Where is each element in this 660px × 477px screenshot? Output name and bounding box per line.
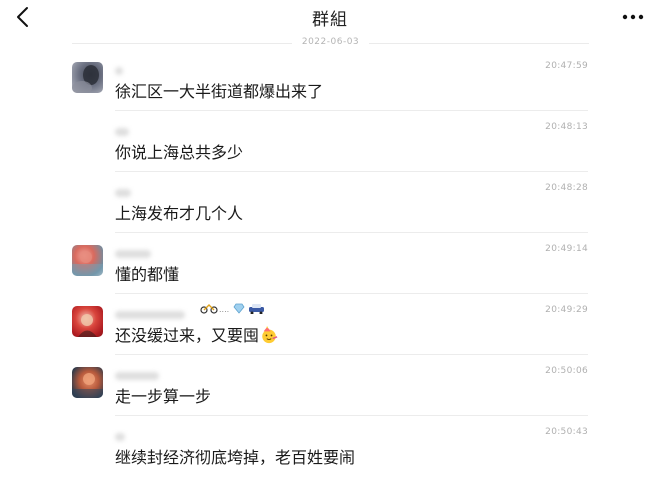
more-options-icon[interactable] bbox=[620, 9, 646, 25]
message-time: 20:50:43 bbox=[545, 427, 588, 437]
message-separator bbox=[115, 110, 588, 111]
message-time: 20:48:13 bbox=[545, 122, 588, 132]
sender-name bbox=[115, 426, 275, 441]
message-time: 20:49:29 bbox=[545, 305, 588, 315]
message-item[interactable]: 20:50:06 走一步算一步 bbox=[0, 361, 660, 415]
message-time: 20:47:59 bbox=[545, 61, 588, 71]
message-text: 继续封经济彻底垮掉，老百姓要闹 bbox=[115, 448, 356, 467]
message-text: 上海发布才几个人 bbox=[115, 204, 244, 223]
avatar[interactable] bbox=[72, 62, 103, 93]
message-text: 徐汇区一大半街道都爆出来了 bbox=[115, 82, 324, 101]
message-time: 20:50:06 bbox=[545, 366, 588, 376]
sender-emoji-icons: .... bbox=[200, 303, 264, 315]
avatar-image-icon bbox=[72, 373, 103, 398]
sender-name bbox=[115, 60, 275, 75]
message-item[interactable]: .... 20:49:29 还没缓过来，又要囤 bbox=[0, 300, 660, 354]
message-item[interactable]: 20:48:28 上海发布才几个人 bbox=[0, 178, 660, 232]
message-text: 你说上海总共多少 bbox=[115, 143, 244, 162]
message-item[interactable]: 20:47:59 徐汇区一大半街道都爆出来了 bbox=[0, 56, 660, 110]
message-separator bbox=[115, 293, 588, 294]
divider-line-right bbox=[369, 43, 589, 44]
message-item[interactable]: 20:49:14 懂的都懂 bbox=[0, 239, 660, 293]
message-text: 还没缓过来，又要囤 bbox=[115, 326, 260, 345]
message-time: 20:49:14 bbox=[545, 244, 588, 254]
avatar-image-icon bbox=[72, 65, 99, 93]
svg-text:....: .... bbox=[219, 305, 229, 314]
message-separator bbox=[115, 232, 588, 233]
party-face-emoji-icon bbox=[262, 326, 278, 344]
avatar[interactable] bbox=[72, 245, 103, 276]
message-separator bbox=[115, 171, 588, 172]
avatar-image-icon bbox=[72, 251, 103, 276]
sender-emoji-strip: .... bbox=[200, 301, 274, 317]
top-bar: 群組 bbox=[0, 0, 660, 34]
chat-title: 群組 bbox=[312, 10, 348, 30]
sender-name bbox=[115, 365, 275, 380]
sender-name bbox=[115, 243, 275, 258]
message-time: 20:48:28 bbox=[545, 183, 588, 193]
date-divider: 2022-06-03 bbox=[72, 37, 589, 49]
message-item[interactable]: 20:48:13 你说上海总共多少 bbox=[0, 117, 660, 171]
avatar[interactable] bbox=[72, 367, 103, 398]
date-label: 2022-06-03 bbox=[301, 37, 360, 47]
message-item[interactable]: 20:50:43 继续封经济彻底垮掉，老百姓要闹 bbox=[0, 422, 660, 476]
sender-name bbox=[115, 121, 275, 136]
avatar-image-icon bbox=[78, 314, 97, 337]
avatar[interactable] bbox=[72, 306, 103, 337]
sender-name bbox=[115, 182, 275, 197]
message-text: 懂的都懂 bbox=[115, 265, 180, 284]
message-text: 走一步算一步 bbox=[115, 387, 212, 406]
message-separator bbox=[115, 415, 588, 416]
message-text-row: 还没缓过来，又要囤 bbox=[115, 322, 278, 346]
message-separator bbox=[115, 354, 588, 355]
